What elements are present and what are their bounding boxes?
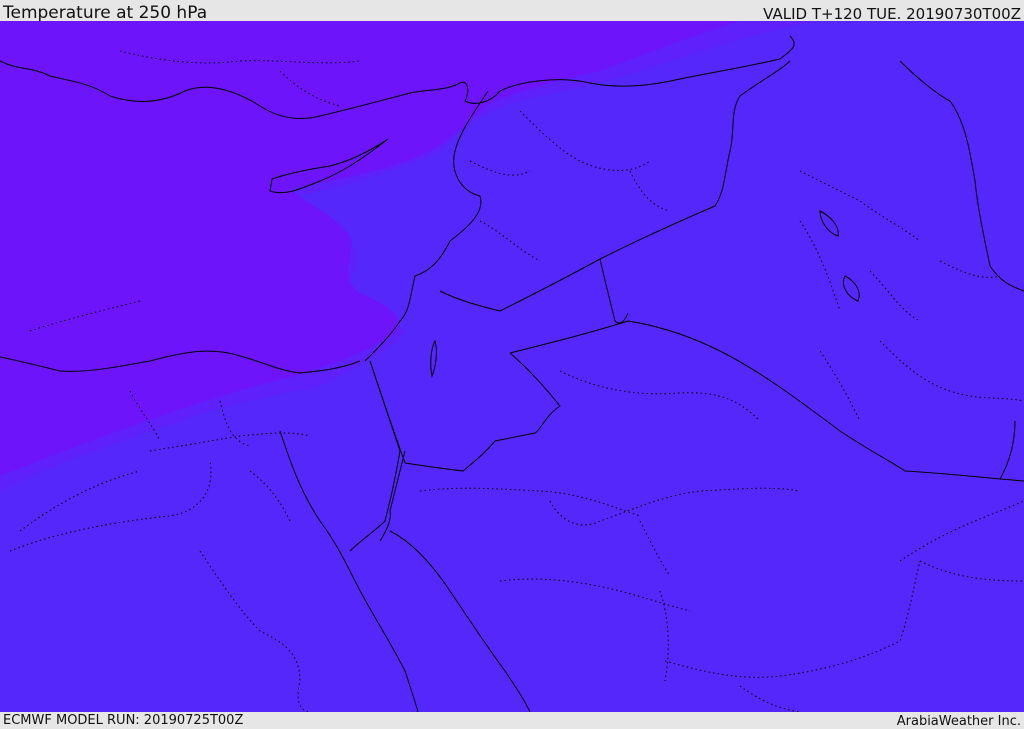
temperature-map[interactable] xyxy=(0,21,1024,712)
header-bar: Temperature at 250 hPa VALID T+120 TUE. … xyxy=(0,0,1024,23)
credit: ArabiaWeather Inc. xyxy=(896,714,1021,729)
map-canvas xyxy=(0,21,1024,712)
map-title: Temperature at 250 hPa xyxy=(3,3,208,23)
valid-time: VALID T+120 TUE. 20190730T00Z xyxy=(763,5,1021,23)
model-run: ECMWF MODEL RUN: 20190725T00Z xyxy=(3,713,244,728)
footer-bar: ECMWF MODEL RUN: 20190725T00Z ArabiaWeat… xyxy=(0,712,1024,729)
